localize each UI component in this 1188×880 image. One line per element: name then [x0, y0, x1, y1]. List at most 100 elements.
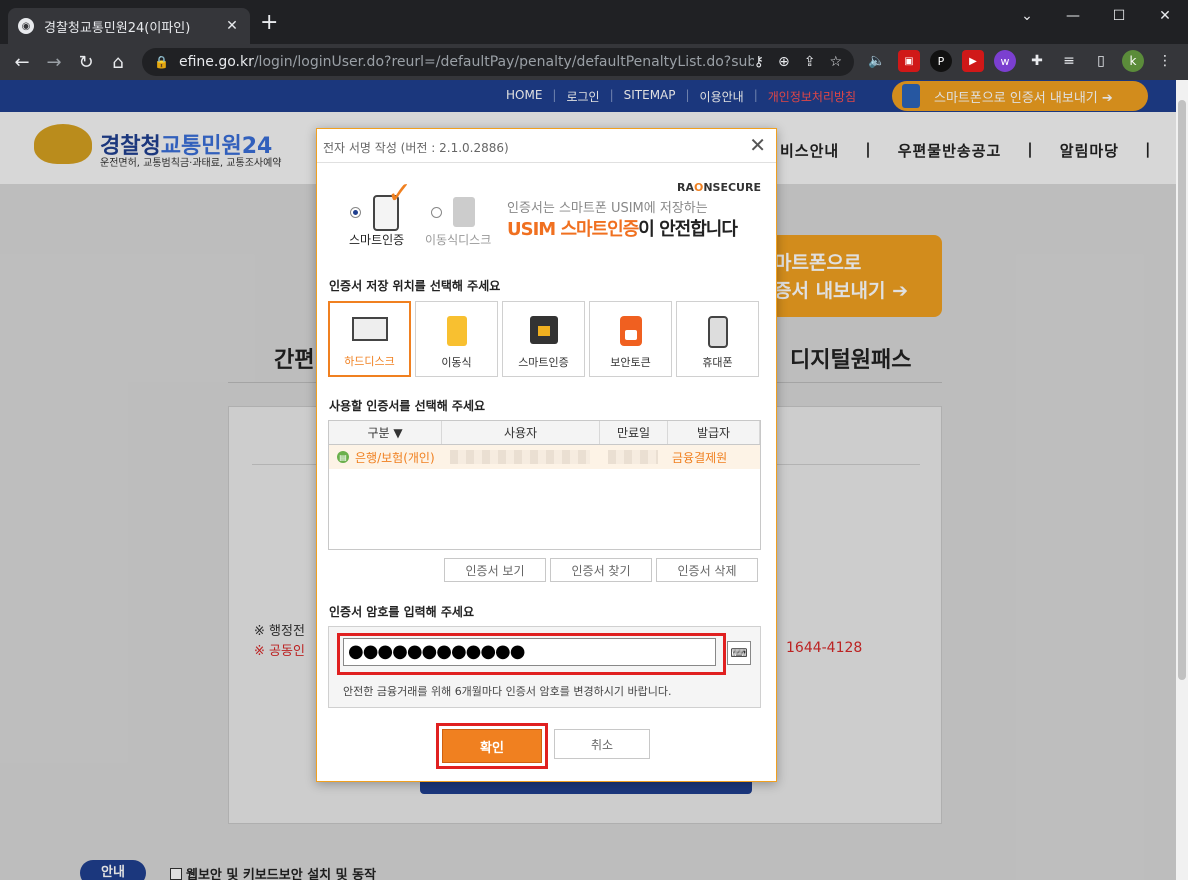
cell-issuer: 금융결제원 [668, 445, 760, 469]
dialog-close-icon[interactable]: ✕ [749, 135, 766, 155]
digital-signature-dialog: 전자 서명 작성 (버전 : 2.1.0.2886) ✕ ✓ 스마트인증 이동식… [316, 128, 777, 782]
cell-user [442, 445, 600, 469]
lock-extension-icon[interactable]: ▣ [898, 50, 920, 72]
password-section-title: 인증서 암호를 입력해 주세요 [329, 605, 475, 619]
ok-button[interactable]: 확인 [442, 729, 542, 763]
puzzle-icon[interactable]: ✚ [1026, 50, 1048, 72]
cell-type: ▤ 은행/보험(개인) [329, 445, 442, 469]
brand-prefix: RA [677, 181, 694, 194]
dialog-title: 전자 서명 작성 (버전 : 2.1.0.2886) [317, 129, 776, 163]
close-tab-icon[interactable]: ✕ [224, 18, 240, 34]
security-token-icon [619, 316, 642, 346]
w-extension-icon[interactable]: w [994, 50, 1016, 72]
password-box: ●●●●●●●●●●●● ⌨ 안전한 금융거래를 위해 6개월마다 인증서 암호… [328, 626, 761, 708]
table-header: 구분 ▼ 사용자 만료일 발급자 [329, 421, 760, 445]
mobile-phone-icon [707, 316, 728, 348]
cancel-button[interactable]: 취소 [554, 729, 650, 759]
view-cert-button[interactable]: 인증서 보기 [444, 558, 546, 582]
storage-device-list: 하드디스크 이동식 스마트인증 보안토큰 휴대폰 [328, 301, 759, 377]
redacted-user [450, 450, 590, 464]
radio-removable-disk[interactable] [431, 207, 442, 218]
page-scrollbar[interactable] [1176, 80, 1188, 880]
find-cert-button[interactable]: 인증서 찾기 [550, 558, 652, 582]
browser-toolbar: ← → ↻ ⌂ 🔒 efine.go.kr/login/loginUser.do… [0, 44, 1188, 80]
cell-expiry [600, 445, 668, 469]
cert-issuer-text: 금융결제원 [672, 450, 728, 465]
device-removable[interactable]: 이동식 [415, 301, 498, 377]
device-security-token[interactable]: 보안토큰 [589, 301, 672, 377]
address-bar[interactable]: 🔒 efine.go.kr/login/loginUser.do?reurl=/… [142, 48, 854, 76]
minimize-button[interactable]: — [1050, 0, 1096, 32]
mode-removable-label: 이동식디스크 [425, 233, 492, 247]
cert-select-title: 사용할 인증서를 선택해 주세요 [329, 399, 486, 413]
reload-icon[interactable]: ↻ [70, 46, 102, 78]
brand-suffix: NSECURE [703, 181, 761, 194]
slogan-highlight: USIM 스마트인증 [507, 219, 639, 240]
device-smart-auth[interactable]: 스마트인증 [502, 301, 585, 377]
extensions-area: 🔈 ▣ P ▶ w ✚ ≡ ▯ k ⋮ [866, 50, 1176, 72]
key-icon[interactable]: ⚷ [754, 54, 764, 70]
certificate-table: 구분 ▼ 사용자 만료일 발급자 ▤ 은행/보험(개인) 금융결제원 [328, 420, 761, 550]
bookmark-star-icon[interactable]: ☆ [829, 54, 842, 70]
device-label: 보안토큰 [610, 356, 651, 369]
hard-disk-icon [351, 317, 388, 341]
home-icon[interactable]: ⌂ [102, 46, 134, 78]
side-panel-icon[interactable]: ▯ [1090, 50, 1112, 72]
scrollbar-thumb[interactable] [1178, 100, 1186, 680]
media-queue-icon[interactable]: ≡ [1058, 50, 1080, 72]
lock-icon[interactable]: 🔒 [154, 55, 169, 69]
device-label: 휴대폰 [702, 356, 733, 369]
password-hint: 안전한 금융거래를 위해 6개월마다 인증서 암호를 변경하시기 바랍니다. [343, 685, 672, 698]
delete-cert-button[interactable]: 인증서 삭제 [656, 558, 758, 582]
p-extension-icon[interactable]: P [930, 50, 952, 72]
device-label: 하드디스크 [344, 355, 395, 368]
menu-dots-icon[interactable]: ⋮ [1154, 50, 1176, 72]
storage-section-title: 인증서 저장 위치를 선택해 주세요 [329, 279, 501, 293]
url-text: efine.go.kr/login/loginUser.do?reurl=/de… [179, 54, 754, 70]
globe-icon: ◉ [18, 18, 34, 34]
tab-search-icon[interactable]: ⌄ [1004, 0, 1050, 32]
column-header-user[interactable]: 사용자 [442, 421, 600, 444]
usb-icon [446, 316, 467, 346]
removable-disk-icon [453, 197, 475, 227]
zoom-icon[interactable]: ⊕ [778, 54, 790, 70]
omnibox-icons: ⚷ ⊕ ⇪ ☆ [754, 54, 854, 70]
browser-tab-bar: ◉ 경찰청교통민원24(이파인) ✕ + ⌄ — ☐ ✕ [0, 0, 1188, 44]
red-extension-icon[interactable]: ▶ [962, 50, 984, 72]
column-header-type[interactable]: 구분 ▼ [329, 421, 442, 444]
brand-o: O [693, 181, 704, 194]
cert-type-text: 은행/보험(개인) [355, 450, 435, 465]
share-icon[interactable]: ⇪ [804, 54, 816, 70]
slogan-line1: 인증서는 스마트폰 USIM에 저장하는 [507, 201, 708, 216]
virtual-keyboard-icon[interactable]: ⌨ [727, 641, 751, 665]
column-header-expiry[interactable]: 만료일 [600, 421, 668, 444]
tab-title: 경찰청교통민원24(이파인) [44, 20, 191, 36]
certificate-icon: ▤ [337, 451, 349, 463]
forward-arrow-icon[interactable]: → [38, 46, 70, 78]
url-path: /login/loginUser.do?reurl=/defaultPay/pe… [253, 54, 754, 70]
certificate-buttons: 인증서 보기 인증서 찾기 인증서 삭제 [444, 558, 758, 582]
window-close-button[interactable]: ✕ [1142, 0, 1188, 32]
restore-button[interactable]: ☐ [1096, 0, 1142, 32]
url-host: efine.go.kr [178, 54, 254, 70]
mode-smart-label: 스마트인증 [349, 233, 405, 247]
back-arrow-icon[interactable]: ← [6, 46, 38, 78]
raon-secure-logo: RAONSECURE [677, 181, 761, 194]
profile-avatar[interactable]: k [1122, 50, 1144, 72]
radio-smart-auth[interactable] [350, 207, 361, 218]
device-mobile-phone[interactable]: 휴대폰 [676, 301, 759, 377]
browser-tab[interactable]: ◉ 경찰청교통민원24(이파인) ✕ [8, 8, 250, 44]
speaker-icon[interactable]: 🔈 [866, 50, 888, 72]
slogan-rest: 이 안전합니다 [638, 219, 738, 240]
device-label: 스마트인증 [518, 356, 569, 369]
device-hard-disk[interactable]: 하드디스크 [328, 301, 411, 377]
sim-card-icon [529, 316, 558, 344]
table-row[interactable]: ▤ 은행/보험(개인) 금융결제원 [329, 445, 760, 469]
redacted-expiry [608, 450, 658, 464]
device-label: 이동식 [441, 356, 472, 369]
password-input[interactable]: ●●●●●●●●●●●● [343, 638, 716, 666]
new-tab-button[interactable]: + [260, 12, 278, 34]
column-header-issuer[interactable]: 발급자 [668, 421, 760, 444]
window-controls: ⌄ — ☐ ✕ [1004, 0, 1188, 32]
checkmark-icon: ✓ [387, 176, 413, 211]
